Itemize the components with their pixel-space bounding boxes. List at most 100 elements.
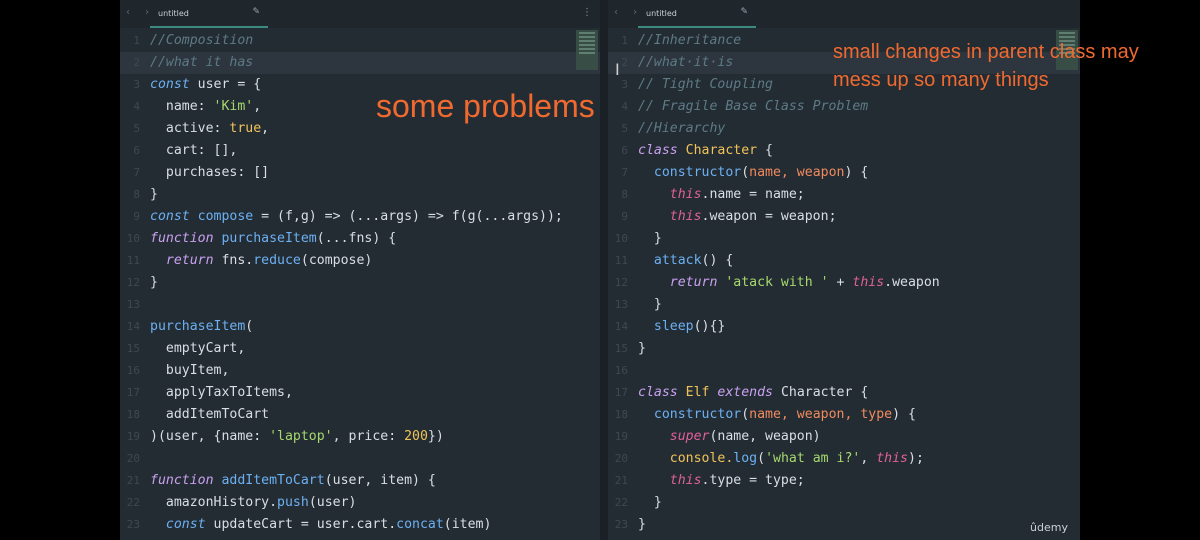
code-line[interactable]: 19 super(name, weapon) bbox=[608, 426, 1080, 448]
code-text: class Elf extends Character { bbox=[638, 382, 868, 404]
code-token: cart: [], bbox=[150, 143, 238, 158]
code-line[interactable]: 16 buyItem, bbox=[120, 360, 600, 382]
code-line[interactable]: 2 //what it has bbox=[120, 52, 600, 74]
code-token: buyItem, bbox=[150, 363, 230, 378]
code-line[interactable]: 8} bbox=[120, 184, 600, 206]
annotation-some-problems: some problems bbox=[376, 88, 595, 124]
code-line[interactable]: 14 sleep(){} bbox=[608, 316, 1080, 338]
code-token: function bbox=[150, 231, 222, 246]
code-line[interactable]: 11 attack() { bbox=[608, 250, 1080, 272]
left-editor-pane: ‹ › untitled ✎ 1 //Composition 2 //what it … bbox=[120, 0, 600, 540]
left-tab-bar: ‹ › untitled ✎ bbox=[120, 0, 600, 28]
code-line[interactable]: 16 bbox=[608, 360, 1080, 382]
code-line[interactable]: 18 constructor(name, weapon, type) { bbox=[608, 404, 1080, 426]
code-line[interactable]: 20 bbox=[120, 448, 600, 470]
code-line[interactable]: 10 function purchaseItem(...fns) { bbox=[120, 228, 600, 250]
code-text: const updateCart = user.cart.concat(item… bbox=[150, 514, 492, 536]
code-token: // Tight Coupling bbox=[638, 77, 773, 92]
code-token: const bbox=[150, 209, 198, 224]
code-line[interactable]: 20 console.log('what am i?', this); bbox=[608, 448, 1080, 470]
code-line[interactable]: 18 addItemToCart bbox=[120, 404, 600, 426]
code-token: Character bbox=[780, 385, 853, 400]
code-line[interactable]: 9 this.weapon = weapon; bbox=[608, 206, 1080, 228]
code-text: console.log('what am i?', this); bbox=[638, 448, 924, 470]
code-token: log bbox=[733, 451, 758, 466]
code-token: return bbox=[638, 275, 726, 290]
code-text: } bbox=[150, 272, 158, 294]
code-line[interactable]: 7 constructor(name, weapon) { bbox=[608, 162, 1080, 184]
line-number: 22 bbox=[126, 496, 140, 509]
code-line[interactable]: 15 emptyCart, bbox=[120, 338, 600, 360]
code-token: , bbox=[253, 99, 262, 114]
line-number: 18 bbox=[614, 408, 628, 421]
code-line[interactable]: 13 } bbox=[608, 294, 1080, 316]
code-line[interactable]: 22 } bbox=[608, 492, 1080, 514]
code-token: ) { bbox=[892, 407, 916, 422]
tab-untitled[interactable]: untitled ✎ bbox=[150, 0, 268, 28]
code-line[interactable]: 12} bbox=[120, 272, 600, 294]
code-token: addItemToCart bbox=[150, 407, 270, 422]
code-line[interactable]: 15} bbox=[608, 338, 1080, 360]
code-text: // Fragile Base Class Problem bbox=[638, 96, 868, 118]
code-line[interactable]: 12 return 'atack with ' + this.weapon bbox=[608, 272, 1080, 294]
annotation-parent-class: small changes in parent class may mess u… bbox=[833, 38, 1139, 94]
code-token: ( bbox=[757, 451, 766, 466]
code-text: super(name, weapon) bbox=[638, 426, 821, 448]
pane-divider[interactable] bbox=[600, 0, 608, 540]
code-token: (){} bbox=[693, 319, 726, 334]
line-number: 13 bbox=[126, 298, 140, 311]
code-token: (user) bbox=[308, 495, 357, 510]
code-token: const bbox=[150, 517, 214, 532]
line-number: 8 bbox=[621, 188, 628, 201]
more-menu-icon[interactable]: ⋮ bbox=[582, 7, 1190, 18]
line-number: 23 bbox=[614, 518, 628, 531]
code-text: sleep(){} bbox=[638, 316, 725, 338]
code-token: 200 bbox=[404, 429, 428, 444]
code-line[interactable]: 1 //Composition bbox=[120, 30, 600, 52]
line-number: 15 bbox=[614, 342, 628, 355]
code-token: sleep bbox=[638, 319, 694, 334]
code-text: return 'atack with ' + this.weapon bbox=[638, 272, 940, 294]
code-token: this bbox=[638, 473, 702, 488]
code-token: addItemToCart bbox=[221, 473, 325, 488]
code-line[interactable]: 11 return fns.reduce(compose) bbox=[120, 250, 600, 272]
tab-title: untitled bbox=[158, 9, 189, 18]
code-line[interactable]: 9 const compose = (f,g) => (...args) => f… bbox=[120, 206, 600, 228]
code-line[interactable]: 22 amazonHistory.push(user) bbox=[120, 492, 600, 514]
right-code-editor[interactable]: 1//Inheritance 2//what·it·is 3// Tight Cou… bbox=[608, 30, 1080, 536]
line-number: 16 bbox=[614, 364, 628, 377]
code-line[interactable]: 23} bbox=[608, 514, 1080, 536]
code-line[interactable]: 19)(user, {name: 'laptop', price: 200}) bbox=[120, 426, 600, 448]
code-line[interactable]: 17 applyTaxToItems, bbox=[120, 382, 600, 404]
code-token: ); bbox=[908, 451, 924, 466]
line-number: 2 bbox=[133, 56, 140, 69]
code-line[interactable]: 6 cart: [], bbox=[120, 140, 600, 162]
minimap[interactable] bbox=[576, 30, 598, 70]
code-line[interactable]: 13 bbox=[120, 294, 600, 316]
line-number: 9 bbox=[133, 210, 140, 223]
code-token: reduce bbox=[253, 253, 301, 268]
code-token: name: bbox=[150, 99, 214, 114]
line-number: 3 bbox=[133, 78, 140, 91]
line-number: 5 bbox=[133, 122, 140, 135]
code-line[interactable]: 21 function addItemToCart(user, item) { bbox=[120, 470, 600, 492]
code-line[interactable]: 10 } bbox=[608, 228, 1080, 250]
code-token: ( bbox=[741, 165, 750, 180]
annotation-line-1: small changes in parent class may bbox=[833, 41, 1139, 63]
code-token: 'laptop' bbox=[269, 429, 333, 444]
code-line[interactable]: 7 purchases: [] bbox=[120, 162, 600, 184]
code-text: active: true, bbox=[150, 118, 269, 140]
code-line[interactable]: 23 const updateCart = user.cart.concat(i… bbox=[120, 514, 600, 536]
code-line[interactable]: 17 class Elf extends Character { bbox=[608, 382, 1080, 404]
code-line[interactable]: 8 this.name = name; bbox=[608, 184, 1080, 206]
code-line[interactable]: 4 // Fragile Base Class Problem bbox=[608, 96, 1080, 118]
code-token: true bbox=[229, 121, 262, 136]
code-token: , bbox=[860, 451, 877, 466]
code-line[interactable]: 6 class Character { bbox=[608, 140, 1080, 162]
code-text: //what·it·is bbox=[638, 52, 733, 74]
code-line[interactable]: 5 //Hierarchy bbox=[608, 118, 1080, 140]
code-line[interactable]: 14 purchaseItem( bbox=[120, 316, 600, 338]
code-line[interactable]: 21 this.type = type; bbox=[608, 470, 1080, 492]
code-token: function bbox=[150, 473, 222, 488]
code-text: this.type = type; bbox=[638, 470, 805, 492]
